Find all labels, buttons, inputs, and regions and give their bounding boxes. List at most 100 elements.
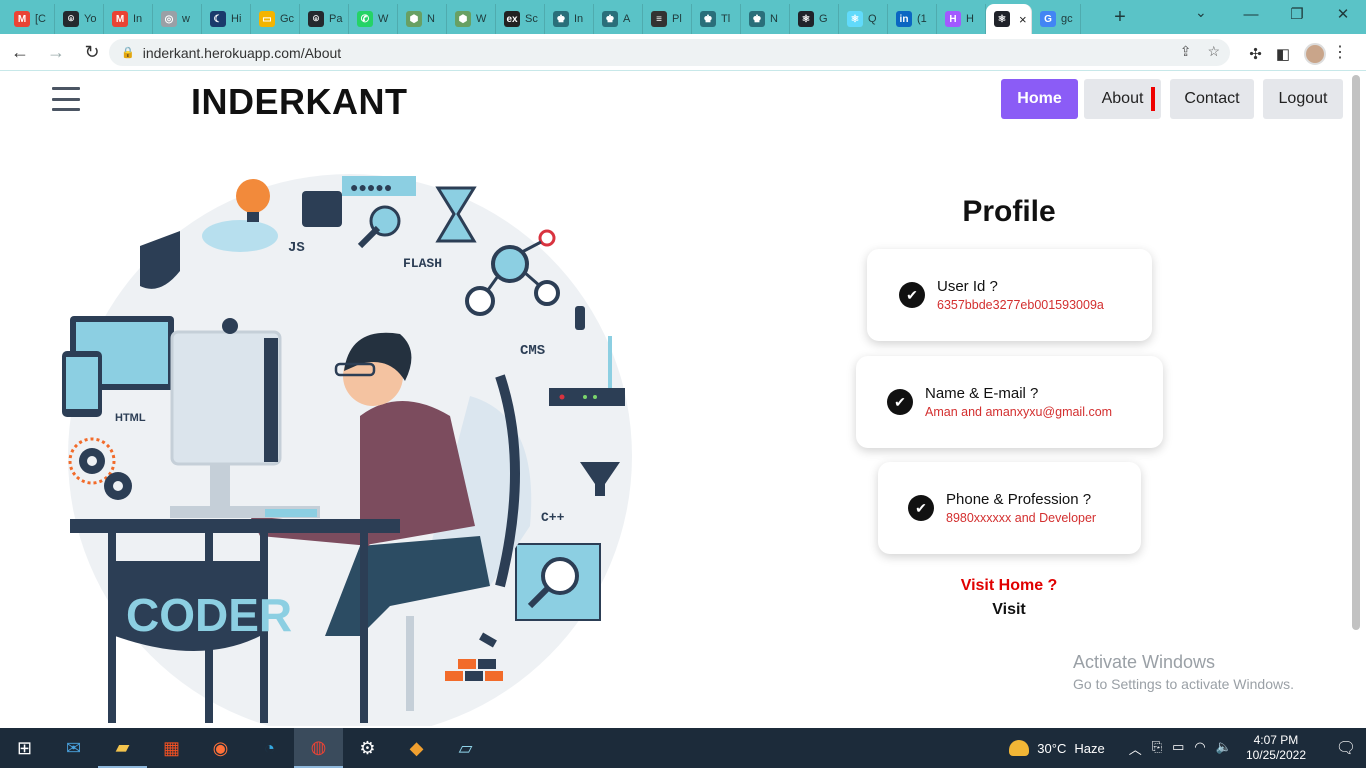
browser-tab[interactable]: in (1 — [888, 4, 937, 34]
back-button[interactable]: ← — [4, 42, 36, 63]
git-app-icon[interactable]: ◆ — [392, 728, 441, 768]
system-tray: 30°C Haze ︿ ⎘ ▭ ◠ 🔈 4:07 PM 10/25/2022 🗨 — [1009, 728, 1366, 768]
tab-favicon-icon: ex — [504, 11, 520, 27]
browser-tab[interactable]: ⚛ Q — [839, 4, 888, 34]
browser-tab[interactable]: ♚ N — [741, 4, 790, 34]
tab-favicon-icon: ▭ — [259, 11, 275, 27]
nav-about-button[interactable]: About — [1084, 79, 1161, 119]
firefox-icon[interactable]: ◉ — [196, 728, 245, 768]
browser-tab[interactable]: Ggc — [1032, 4, 1081, 34]
tab-favicon-icon: M — [112, 11, 128, 27]
hamburger-menu-icon[interactable] — [52, 87, 80, 111]
browser-tab[interactable]: ⬢ W — [447, 4, 496, 34]
tab-favicon-icon: ⌾ — [63, 11, 79, 27]
tab-favicon-icon: ≡ — [651, 11, 667, 27]
nav-home-button[interactable]: Home — [1001, 79, 1078, 119]
edge-icon[interactable]: ◔ — [245, 728, 294, 768]
label-cpp: C++ — [541, 510, 565, 525]
tab-title: gc — [1061, 13, 1073, 25]
address-bar[interactable]: 🔒 inderkant.herokuapp.com/About ⇪ ☆ — [109, 39, 1230, 66]
browser-tab[interactable]: ⚛ G — [790, 4, 839, 34]
browser-tab[interactable]: ⬢ N — [398, 4, 447, 34]
share-icon[interactable]: ⇪ — [1180, 43, 1192, 60]
browser-tab[interactable]: ♚ Tl — [692, 4, 741, 34]
tab-favicon-icon: ⚛ — [994, 11, 1010, 27]
usb-icon — [575, 306, 585, 330]
padlock-icon — [302, 191, 342, 227]
cloud-shape — [202, 220, 278, 252]
checkmark-icon: ✔ — [908, 495, 934, 521]
browser-tab[interactable]: ▭ Gc — [251, 4, 300, 34]
browser-tab[interactable]: ⌾ Pa — [300, 4, 349, 34]
windows-start-icon[interactable]: ⊞ — [0, 728, 49, 768]
profile-avatar[interactable] — [1304, 43, 1326, 65]
bookmark-star-icon[interactable]: ☆ — [1207, 43, 1220, 60]
wifi-icon[interactable]: ◠ — [1194, 739, 1205, 758]
tab-title: In — [133, 13, 143, 25]
usb-device-icon[interactable]: ⎘ — [1152, 739, 1162, 758]
browser-tab[interactable]: ♚ A — [594, 4, 643, 34]
windows-taskbar: ⊞ ✉ ▰ ▦ ◉ ◔ ◍ ⚙ ◆ ▱ 30°C Haze ︿ ⎘ ▭ ◠ 🔈 … — [0, 728, 1366, 768]
checkmark-icon: ✔ — [899, 282, 925, 308]
forward-button[interactable]: → — [40, 42, 72, 63]
file-explorer-icon[interactable]: ▰ — [98, 728, 147, 768]
browser-tab[interactable]: ≡ Pl — [643, 4, 692, 34]
extensions-puzzle-icon[interactable]: ✣ — [1249, 45, 1262, 63]
browser-tab-active[interactable]: ⚛ × — [986, 4, 1032, 34]
browser-tab[interactable]: HH — [937, 4, 986, 34]
browser-tab[interactable]: M [C — [6, 4, 55, 34]
minimize-button[interactable]: — — [1228, 0, 1274, 30]
browser-tab[interactable]: ✆ W — [349, 4, 398, 34]
label-cms: CMS — [520, 343, 545, 359]
reload-button[interactable]: ↻ — [76, 42, 108, 63]
browser-tab[interactable]: ♚ In — [545, 4, 594, 34]
coder-illustration: ●●●●● JS FLASH CMS C++ HTML CODER — [62, 174, 632, 726]
settings-gear-icon[interactable]: ⚙ — [343, 728, 392, 768]
tab-title: Gc — [280, 13, 295, 25]
browser-tab[interactable]: ◎ w — [153, 4, 202, 34]
tab-search-chevron-icon[interactable]: ⌄ — [1195, 4, 1207, 21]
tab-close-icon[interactable]: × — [1019, 12, 1027, 27]
tab-favicon-icon: G — [1040, 11, 1056, 27]
side-panel-icon[interactable]: ◧ — [1276, 45, 1290, 63]
weather-temp: 30°C — [1037, 740, 1067, 756]
notepad-app-icon[interactable]: ▱ — [441, 728, 490, 768]
weather-widget[interactable]: 30°C Haze — [1009, 740, 1105, 756]
nav-logout-button[interactable]: Logout — [1263, 79, 1343, 119]
new-tab-button[interactable]: + — [1105, 6, 1135, 29]
store-app-icon[interactable]: ▦ — [147, 728, 196, 768]
browser-tab[interactable]: ☾ Hi — [202, 4, 251, 34]
tab-title: N — [427, 13, 435, 25]
site-brand[interactable]: INDERKANT — [191, 81, 408, 123]
browser-tab[interactable]: ex Sc — [496, 4, 545, 34]
url-text[interactable]: inderkant.herokuapp.com/About — [143, 45, 341, 61]
tab-title: Hi — [231, 13, 242, 25]
mail-app-icon[interactable]: ✉ — [49, 728, 98, 768]
tab-favicon-icon: H — [945, 11, 961, 27]
browser-tab[interactable]: ⌾ Yo — [55, 4, 104, 34]
lock-icon[interactable]: 🔒 — [121, 46, 135, 59]
weather-desc: Haze — [1074, 740, 1105, 756]
close-window-button[interactable]: ✕ — [1320, 0, 1366, 30]
browser-tab[interactable]: M In — [104, 4, 153, 34]
tab-title: Q — [868, 13, 877, 25]
label-flash: FLASH — [403, 256, 442, 271]
restore-button[interactable]: ❐ — [1274, 0, 1320, 30]
watermark-line1: Activate Windows — [1073, 652, 1216, 672]
browser-menu-icon[interactable]: ⋮ — [1332, 42, 1348, 62]
svg-text:●●●●●: ●●●●● — [350, 179, 392, 195]
battery-icon[interactable]: ▭ — [1172, 739, 1184, 758]
label-js: JS — [288, 240, 305, 256]
watermark-line2: Go to Settings to activate Windows. — [1073, 676, 1294, 692]
clock[interactable]: 4:07 PM 10/25/2022 — [1246, 733, 1306, 763]
visit-link[interactable]: Visit — [909, 601, 1109, 619]
webcam-icon — [222, 318, 238, 334]
notification-center-icon[interactable]: 🗨 — [1326, 738, 1366, 758]
page-scrollbar[interactable] — [1352, 75, 1360, 630]
tab-favicon-icon: ⌾ — [308, 11, 324, 27]
volume-icon[interactable]: 🔈 — [1216, 739, 1232, 758]
chrome-icon[interactable]: ◍ — [294, 728, 343, 768]
show-hidden-icons-chevron-icon[interactable]: ︿ — [1129, 739, 1142, 758]
tray-icons: ︿ ⎘ ▭ ◠ 🔈 — [1129, 739, 1232, 758]
nav-contact-button[interactable]: Contact — [1170, 79, 1254, 119]
